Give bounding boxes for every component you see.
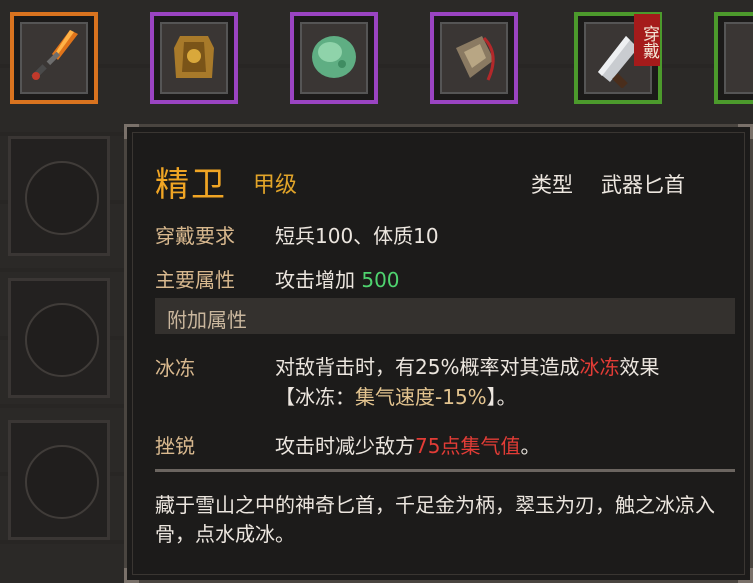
equipped-tag: 穿戴 (634, 14, 660, 66)
tooltip-divider (155, 469, 735, 472)
tooltip-corner (124, 568, 139, 583)
main-attr-row: 主要属性 (155, 264, 235, 293)
freeze-detail-open: 【冰冻： (275, 385, 355, 409)
requirement-value: 短兵100、体质10 (275, 224, 439, 248)
blunt-text: 攻击时减少敌方 (275, 434, 415, 458)
item-grade: 甲级 (253, 173, 298, 198)
blunt-end: 。 (520, 434, 541, 458)
main-attr-text: 攻击增加 (275, 268, 355, 292)
freeze-highlight: 冰冻 (579, 355, 620, 379)
inventory-slot-3[interactable] (8, 420, 110, 540)
freeze-text-2: 效果 (619, 355, 660, 379)
requirement-row: 穿戴要求 (155, 220, 235, 249)
item-tooltip: 精卫 甲级 类型 武器匕首 穿戴要求 短兵100、体质10 主要属性 攻击增加 … (124, 124, 753, 583)
extra-attr-section: 附加属性 (155, 298, 735, 334)
empty-slot-icon (25, 161, 99, 235)
inventory-slot-2[interactable] (8, 278, 110, 398)
blunt-text-row: 攻击时减少敌方75点集气值。 (275, 430, 540, 459)
empty-slot-icon (25, 445, 99, 519)
blunt-highlight: 75点集气值 (415, 434, 521, 458)
tooltip-corner (738, 568, 753, 583)
requirement-label: 穿戴要求 (155, 224, 235, 248)
main-attr-value: 500 (361, 268, 400, 292)
equipment-slot-cleaver[interactable]: 穿戴 (574, 12, 662, 104)
equipment-slot-partial[interactable] (714, 12, 753, 104)
equipment-slot-jade[interactable] (290, 12, 378, 104)
freeze-detail-effect: 集气速度-15% (355, 385, 487, 409)
item-type-value: 武器匕首 (601, 173, 685, 197)
jade-stone-icon (312, 36, 356, 78)
inventory-slot-1[interactable] (8, 136, 110, 256)
freeze-text: 对敌背击时，有25%概率对其造成冰冻效果 【冰冻：集气速度-15%】。 (275, 352, 735, 412)
gold-armor-icon (174, 36, 214, 78)
requirement-value-row: 短兵100、体质10 (275, 220, 439, 249)
freeze-detail-close: 】。 (486, 385, 517, 409)
tooltip-corner (738, 124, 753, 139)
blunt-label: 挫锐 (155, 434, 195, 458)
equipment-slot-dagger[interactable] (10, 12, 98, 104)
extra-attr-title: 附加属性 (167, 308, 247, 332)
equipment-slot-armor[interactable] (150, 12, 238, 104)
item-type-label: 类型 (531, 173, 573, 197)
freeze-label: 冰冻 (155, 356, 195, 380)
main-attr-value-row: 攻击增加 500 (275, 264, 400, 293)
blunt-row: 挫锐 (155, 430, 195, 459)
slot-frame (724, 22, 753, 94)
stone-talisman-icon (456, 36, 495, 81)
tooltip-corner (124, 124, 139, 139)
main-attr-label: 主要属性 (155, 268, 235, 292)
item-name: 精卫 (155, 165, 227, 205)
freeze-text-1: 对敌背击时，有25%概率对其造成 (275, 355, 580, 379)
equipment-slot-talisman[interactable] (430, 12, 518, 104)
flavor-text: 藏于雪山之中的神奇匕首，千足金为柄，翠玉为刃，触之冰凉入骨，点水成冰。 (155, 493, 715, 546)
flame-dagger-icon (31, 30, 78, 80)
freeze-row: 冰冻 (155, 352, 195, 381)
empty-slot-icon (25, 303, 99, 377)
